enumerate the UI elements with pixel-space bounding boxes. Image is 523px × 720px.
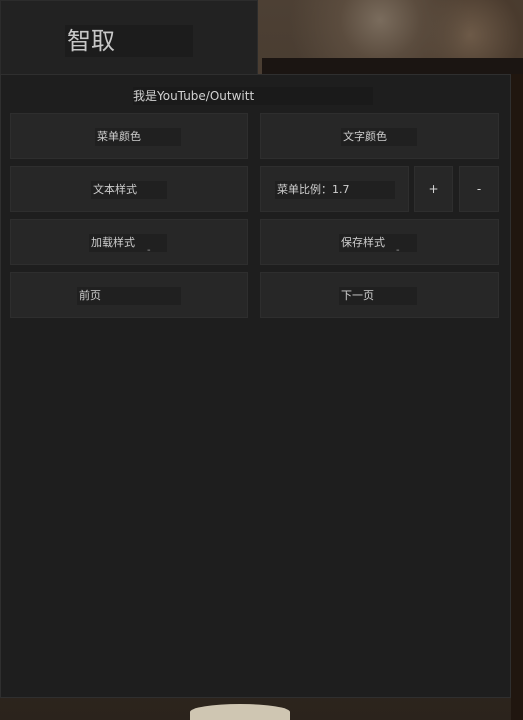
save-style-mark: - (396, 245, 400, 256)
text-style-label: 文本样式 (91, 181, 167, 199)
load-style-mark: - (147, 245, 151, 256)
menu-scale-display: 菜单比例：1.7 (260, 166, 409, 212)
menu-scale-label: 菜单比例：1.7 (275, 181, 395, 199)
menu-color-button[interactable]: 菜单颜色 (10, 113, 248, 159)
save-style-button[interactable]: 保存样式 - (260, 219, 499, 265)
previous-page-button[interactable]: 前页 (10, 272, 248, 318)
text-style-button[interactable]: 文本样式 (10, 166, 248, 212)
scale-increase-button[interactable]: + (414, 166, 453, 212)
text-color-button[interactable]: 文字颜色 (260, 113, 499, 159)
plus-icon: + (428, 182, 439, 196)
load-style-label: 加载样式 (89, 234, 167, 252)
background-edge (511, 74, 523, 720)
minus-icon: - (476, 182, 482, 196)
menu-color-label: 菜单颜色 (95, 128, 181, 146)
next-page-button[interactable]: 下一页 (260, 272, 499, 318)
next-page-label: 下一页 (339, 287, 417, 305)
menu-title-tab[interactable]: 智取 (0, 0, 258, 76)
credit-label: 我是YouTube/Outwitt (133, 87, 373, 105)
load-style-button[interactable]: 加载样式 - (10, 219, 248, 265)
scale-decrease-button[interactable]: - (459, 166, 499, 212)
previous-page-label: 前页 (77, 287, 181, 305)
text-color-label: 文字颜色 (341, 128, 417, 146)
background-object (190, 704, 290, 720)
save-style-label: 保存样式 (339, 234, 417, 252)
mod-menu-panel: 我是YouTube/Outwitt 菜单颜色 文字颜色 文本样式 菜单比例：1.… (0, 74, 511, 698)
menu-title: 智取 (65, 25, 193, 57)
